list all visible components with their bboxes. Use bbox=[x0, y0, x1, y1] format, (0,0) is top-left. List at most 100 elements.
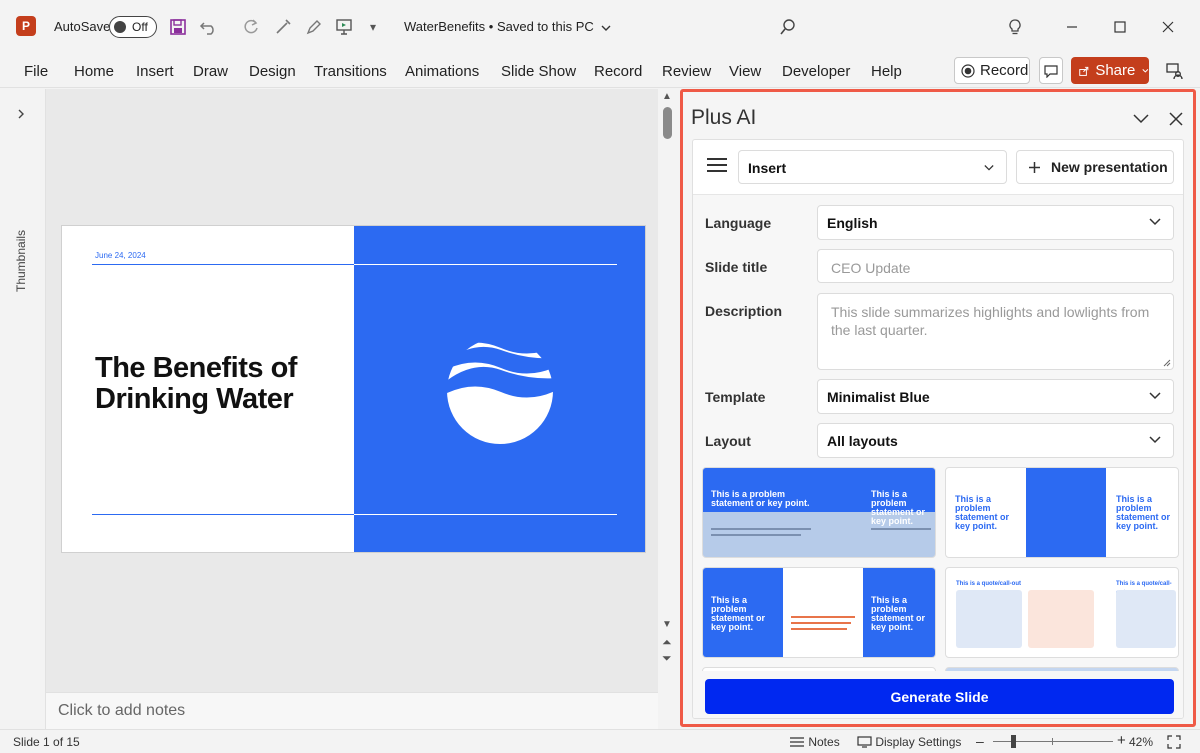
tab-design[interactable]: Design bbox=[249, 63, 296, 80]
thumbnails-rail[interactable]: Thumbnails bbox=[0, 89, 46, 729]
description-textarea[interactable]: This slide summarizes highlights and low… bbox=[817, 293, 1174, 370]
record-button[interactable]: Record bbox=[954, 57, 1030, 84]
thumb-3-text-a: This is a problem statement or key point… bbox=[711, 595, 766, 632]
thumb-1-text-a: This is a problem statement or key point… bbox=[711, 489, 810, 508]
lightbulb-icon[interactable] bbox=[1002, 14, 1028, 40]
format-painter-icon[interactable] bbox=[272, 16, 294, 38]
previous-slide-icon[interactable]: ⏶ bbox=[662, 635, 672, 650]
minimize-icon[interactable] bbox=[1059, 14, 1085, 40]
layout-thumb-5[interactable] bbox=[702, 667, 936, 671]
slide[interactable]: June 24, 2024 The Benefits of Drinking W… bbox=[61, 225, 646, 553]
thumb-blue-column bbox=[1026, 468, 1106, 557]
notes-icon bbox=[790, 737, 804, 747]
tab-insert[interactable]: Insert bbox=[136, 63, 174, 80]
tab-record[interactable]: Record bbox=[594, 63, 642, 80]
comments-button[interactable] bbox=[1039, 57, 1063, 84]
layout-thumb-2[interactable]: This is a problem statement or key point… bbox=[945, 467, 1179, 558]
maximize-icon[interactable] bbox=[1107, 14, 1133, 40]
tab-developer[interactable]: Developer bbox=[782, 63, 850, 80]
slide-title-line-1: The Benefits of bbox=[95, 352, 297, 384]
resize-handle-icon[interactable] bbox=[1163, 359, 1171, 367]
tab-review[interactable]: Review bbox=[662, 63, 711, 80]
title-bar: P AutoSave Off ▾ WaterBenefits • Saved t… bbox=[0, 0, 1200, 54]
new-presentation-label: New presentation bbox=[1051, 159, 1168, 175]
tab-slide-show[interactable]: Slide Show bbox=[501, 63, 576, 80]
slide-top-rule-right bbox=[354, 264, 617, 265]
tab-home[interactable]: Home bbox=[74, 63, 114, 80]
template-select[interactable]: Minimalist Blue bbox=[817, 379, 1174, 414]
layout-thumbnails: This is a problem statement or key point… bbox=[702, 467, 1182, 671]
slide-title-label: Slide title bbox=[705, 259, 768, 275]
zoom-slider-thumb[interactable] bbox=[1011, 735, 1016, 748]
copilot-button[interactable] bbox=[1162, 57, 1186, 84]
close-panel-icon[interactable] bbox=[1169, 112, 1183, 126]
chevron-down-icon bbox=[1149, 218, 1161, 226]
tab-file[interactable]: File bbox=[24, 63, 48, 80]
autosave-state: Off bbox=[132, 20, 148, 34]
tab-view[interactable]: View bbox=[729, 63, 761, 80]
panel-title: Plus AI bbox=[691, 106, 757, 129]
thumb-2-text-b: This is a problem statement or key point… bbox=[1116, 494, 1171, 531]
fit-to-window-icon[interactable] bbox=[1167, 735, 1181, 749]
zoom-out-icon[interactable]: – bbox=[976, 733, 984, 749]
close-icon[interactable] bbox=[1155, 14, 1181, 40]
slide-title-input[interactable]: CEO Update bbox=[817, 249, 1174, 283]
share-icon bbox=[1079, 66, 1089, 76]
vertical-scrollbar[interactable]: ▲ ▼ ⏶ ⏷ bbox=[658, 89, 678, 692]
layout-thumb-1[interactable]: This is a problem statement or key point… bbox=[702, 467, 936, 558]
toggle-knob bbox=[114, 21, 126, 33]
record-button-label: Record bbox=[980, 62, 1029, 79]
collapse-panel-icon[interactable] bbox=[1133, 114, 1149, 124]
tab-transitions[interactable]: Transitions bbox=[314, 63, 387, 80]
thumb-body-line bbox=[791, 616, 855, 618]
chevron-right-icon[interactable] bbox=[17, 109, 25, 119]
pen-icon[interactable] bbox=[303, 16, 325, 38]
presenter-icon bbox=[1166, 62, 1183, 79]
slide-title-line-2: Drinking Water bbox=[95, 383, 294, 415]
thumb-body-line bbox=[871, 528, 931, 530]
customize-icon[interactable]: ▾ bbox=[362, 16, 384, 38]
document-title[interactable]: WaterBenefits • Saved to this PC bbox=[404, 19, 611, 34]
language-select[interactable]: English bbox=[817, 205, 1174, 240]
tab-animations[interactable]: Animations bbox=[405, 63, 479, 80]
zoom-level[interactable]: 42% bbox=[1129, 735, 1153, 749]
generate-slide-button[interactable]: Generate Slide bbox=[705, 679, 1174, 714]
scroll-down-icon[interactable]: ▼ bbox=[662, 619, 672, 630]
scrollbar-thumb[interactable] bbox=[663, 107, 672, 139]
present-icon[interactable] bbox=[333, 16, 355, 38]
ribbon-tabs: File Home Insert Draw Design Transitions… bbox=[0, 54, 1200, 88]
zoom-in-icon[interactable]: + bbox=[1117, 732, 1126, 749]
mode-select[interactable]: Insert bbox=[738, 150, 1007, 184]
scroll-up-icon[interactable]: ▲ bbox=[662, 91, 672, 102]
next-slide-icon[interactable]: ⏷ bbox=[662, 651, 672, 666]
undo-icon[interactable] bbox=[198, 16, 220, 38]
notes-placeholder: Click to add notes bbox=[58, 702, 186, 719]
hamburger-menu-icon[interactable] bbox=[707, 158, 727, 174]
layout-thumb-4[interactable]: This is a quote/call-out This is a quote… bbox=[945, 567, 1179, 658]
layout-select[interactable]: All layouts bbox=[817, 423, 1174, 458]
water-wave-logo-icon bbox=[447, 342, 553, 444]
slide-title[interactable]: The Benefits of Drinking Water bbox=[95, 353, 345, 415]
tab-draw[interactable]: Draw bbox=[193, 63, 228, 80]
thumbnails-label-wrap: Thumbnails bbox=[14, 224, 30, 304]
layout-value: All layouts bbox=[827, 433, 898, 449]
record-icon bbox=[961, 63, 975, 78]
redo-icon[interactable] bbox=[240, 16, 262, 38]
thumb-card bbox=[1116, 590, 1176, 648]
search-icon[interactable] bbox=[777, 16, 799, 38]
new-presentation-button[interactable]: New presentation bbox=[1016, 150, 1174, 184]
share-button[interactable]: Share bbox=[1071, 57, 1149, 84]
autosave-toggle[interactable]: Off bbox=[109, 16, 157, 38]
notes-toggle[interactable]: Notes bbox=[789, 735, 840, 749]
notes-pane[interactable]: Click to add notes bbox=[46, 692, 658, 729]
tab-help[interactable]: Help bbox=[871, 63, 902, 80]
mode-select-value: Insert bbox=[748, 160, 787, 176]
description-label: Description bbox=[705, 303, 783, 319]
layout-thumb-3[interactable]: This is a problem statement or key point… bbox=[702, 567, 936, 658]
plus-ai-content: Insert New presentation Language English… bbox=[692, 139, 1184, 719]
layout-thumb-6[interactable] bbox=[945, 667, 1179, 671]
save-icon[interactable] bbox=[167, 16, 189, 38]
slide-counter: Slide 1 of 15 bbox=[13, 735, 80, 749]
thumb-4-text-a: This is a quote/call-out bbox=[956, 581, 1022, 587]
display-settings[interactable]: Display Settings bbox=[857, 735, 961, 749]
